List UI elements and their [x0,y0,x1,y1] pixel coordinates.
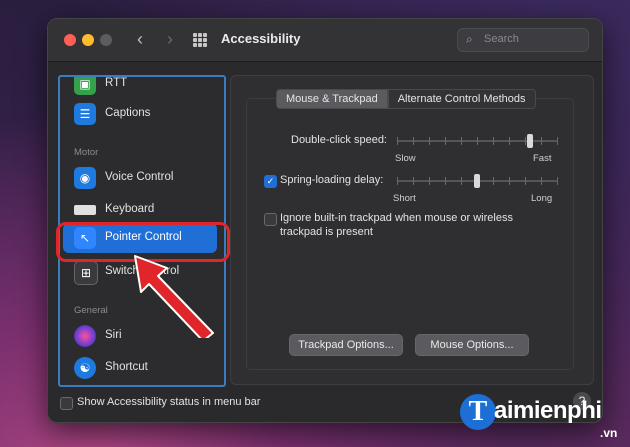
sidebar-item-keyboard[interactable]: Keyboard [60,195,224,225]
sidebar-item-captions[interactable]: ☰ Captions [60,99,224,129]
search-field[interactable]: ⌕ [457,28,589,52]
chevron-right-icon[interactable]: › [160,29,180,50]
section-general: General [74,305,108,316]
search-icon: ⌕ [466,32,473,46]
spring-loading-label: Spring-loading delay: [280,174,384,186]
trackpad-options-button[interactable]: Trackpad Options... [289,334,403,356]
tab-alternate-control-methods[interactable]: Alternate Control Methods [387,89,536,109]
window-title: Accessibility [221,31,301,46]
slider-knob[interactable] [526,134,533,148]
watermark-suffix: .vn [600,426,618,440]
long-label: Long [531,193,553,204]
show-status-checkbox[interactable] [60,397,73,410]
zoom-button[interactable] [100,34,112,46]
voice-control-icon: ◉ [74,167,96,189]
slow-label: Slow [395,153,416,164]
rtt-icon: ▣ [74,77,96,95]
watermark-logo: T aimienphi .vn [460,392,630,447]
keyboard-icon [74,205,96,215]
sidebar-item-shortcut[interactable]: ☯ Shortcut [60,353,224,383]
sidebar-item-voice-control[interactable]: ◉ Voice Control [60,163,224,193]
switch-control-icon: ⊞ [74,261,98,285]
settings-group-box: Double-click speed: Slow Fast ✓ Spring-l… [246,98,574,370]
ignore-trackpad-label-line2: trackpad is present [280,226,373,238]
watermark-letter: T [460,394,496,430]
spring-loading-delay-slider[interactable] [397,174,558,188]
search-input[interactable] [482,32,586,46]
watermark-text: aimienphi [494,397,602,424]
title-bar: ‹ › Accessibility ⌕ [48,19,602,62]
captions-icon: ☰ [74,103,96,125]
fast-label: Fast [533,153,552,164]
show-all-grid-icon[interactable] [193,33,207,47]
minimize-button[interactable] [82,34,94,46]
short-label: Short [393,193,416,204]
siri-icon [74,325,96,347]
tab-bar: Mouse & Trackpad Alternate Control Metho… [276,89,536,109]
spring-loading-checkbox[interactable]: ✓ [264,175,277,188]
annotation-arrow-icon [134,255,214,338]
tab-mouse-trackpad[interactable]: Mouse & Trackpad [276,89,388,109]
double-click-label: Double-click speed: [291,134,387,146]
accessibility-window: ‹ › Accessibility ⌕ ▣ RTT ☰ Captions Mot… [47,18,603,423]
section-motor: Motor [74,147,99,158]
chevron-left-icon[interactable]: ‹ [130,29,150,50]
double-click-speed-slider[interactable] [397,134,558,148]
ignore-trackpad-label-line1: Ignore built-in trackpad when mouse or w… [280,212,513,224]
ignore-trackpad-checkbox[interactable] [264,213,277,226]
slider-knob[interactable] [474,174,480,188]
shortcut-icon: ☯ [74,357,96,379]
mouse-options-button[interactable]: Mouse Options... [415,334,529,356]
settings-panel: Double-click speed: Slow Fast ✓ Spring-l… [230,75,594,385]
sidebar-item-rtt[interactable]: ▣ RTT [60,77,224,99]
show-status-label: Show Accessibility status in menu bar [77,396,261,408]
close-button[interactable] [64,34,76,46]
